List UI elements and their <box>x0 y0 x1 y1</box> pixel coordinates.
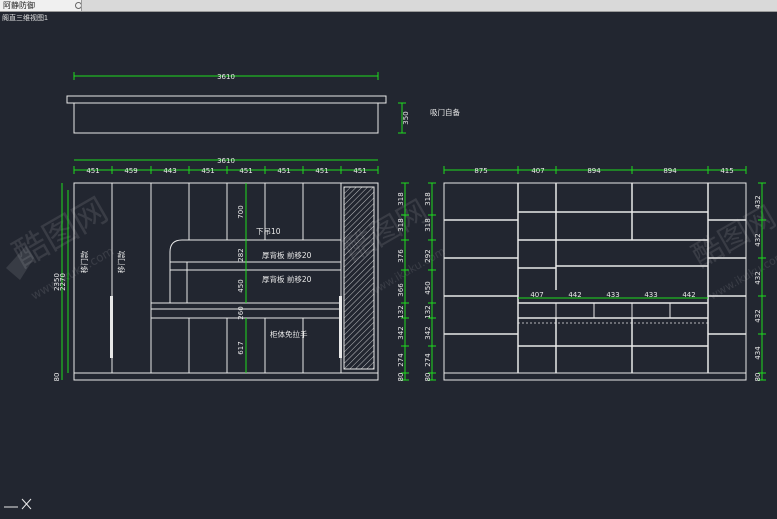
top-view-note: 吸门自备 <box>430 107 460 117</box>
right-right-dim-3: 432 <box>754 271 762 284</box>
left-inner-dim-4: 260 <box>237 306 245 319</box>
top-view-cabinet-body <box>73 102 379 134</box>
left-inner-dim-1: 700 <box>237 205 245 218</box>
door-handle-icon <box>110 296 113 358</box>
no-handle-label: 柜体免拉手 <box>270 329 308 339</box>
right-left-dim-2: 318 <box>424 218 432 231</box>
left-niche-drawer <box>150 308 342 319</box>
right-right-dim-1: 432 <box>754 195 762 208</box>
right-right-dim-5: 434 <box>754 346 762 360</box>
right-right-dim-6: 80 <box>754 373 762 382</box>
left-mirror-panel <box>343 186 375 370</box>
right-right-dim-2: 432 <box>754 233 762 246</box>
right-inner-dim-4: 433 <box>644 291 657 299</box>
right-inner-dim-1: 407 <box>530 291 543 299</box>
left-right-dim-4: 366 <box>397 283 405 297</box>
right-cabinet-plinth <box>443 372 747 381</box>
left-elevation: 3610 451 459 443 451 451 451 451 451 700… <box>53 157 409 381</box>
left-right-dim-6: 342 <box>397 326 405 339</box>
left-seg-dim-5: 451 <box>239 167 252 175</box>
drawing-canvas[interactable]: 酷图网 www.ikuku.com 酷图网 www.ikuku.com 酷图网 … <box>0 0 777 519</box>
left-niche-arch <box>169 239 341 270</box>
left-seg-dim-2: 459 <box>124 167 137 175</box>
right-inner-dim-2: 442 <box>568 291 581 299</box>
ucs-axes-icon <box>4 498 32 510</box>
left-right-dim-8: 80 <box>397 373 405 382</box>
cad-application-window: 阿静防御 阁直三维视图1 酷图网 www.ikuku.com 酷图网 www.i… <box>0 0 777 519</box>
left-right-dim-7: 274 <box>397 353 405 367</box>
ceiling-drop-label: 下吊10 <box>256 227 281 236</box>
right-right-dim-4: 432 <box>754 309 762 322</box>
right-seg-dim-3: 894 <box>587 167 601 175</box>
right-inner-dim-3: 433 <box>606 291 619 299</box>
right-seg-dim-2: 407 <box>531 167 544 175</box>
left-height-dim-2: 2270 <box>59 273 67 291</box>
top-view-width-dim: 3610 <box>217 73 235 81</box>
right-left-dim-6: 342 <box>424 326 432 339</box>
left-inner-dim-5: 617 <box>237 341 245 354</box>
left-right-dim-2: 318 <box>397 218 405 231</box>
left-seg-dim-6: 451 <box>277 167 290 175</box>
left-seg-dim-1: 451 <box>86 167 99 175</box>
right-seg-dim-4: 894 <box>663 167 677 175</box>
left-seg-dim-4: 451 <box>201 167 214 175</box>
left-niche-counter <box>150 302 342 310</box>
thick-back-label-2: 厚背板 前移20 <box>262 274 312 284</box>
left-seg-dim-3: 443 <box>163 167 176 175</box>
left-seg-dim-7: 451 <box>315 167 328 175</box>
left-inner-dim-2: 282 <box>237 248 245 261</box>
thick-back-label-1: 厚背板 前移20 <box>262 250 312 260</box>
left-right-dim-5: 132 <box>397 305 405 318</box>
right-seg-dim-5: 415 <box>720 167 733 175</box>
right-left-dim-3: 292 <box>424 249 432 262</box>
right-left-dim-5: 132 <box>424 305 432 318</box>
left-height-dim-3: 80 <box>53 373 61 382</box>
right-left-dim-4: 450 <box>424 281 432 294</box>
watermark-group: 酷图网 www.ikuku.com 酷图网 www.ikuku.com 酷图网 … <box>6 190 777 303</box>
left-right-dim-1: 318 <box>397 192 405 205</box>
left-cabinet-outline <box>73 182 379 374</box>
left-seg-dim-8: 451 <box>353 167 366 175</box>
right-seg-dim-1: 875 <box>474 167 487 175</box>
top-view-countertop <box>66 95 387 104</box>
top-view-depth-dim: 350 <box>402 111 410 124</box>
left-niche-shelf <box>169 261 342 271</box>
left-overall-width-dim: 3610 <box>217 157 235 165</box>
top-view: 3610 350 吸门自备 <box>66 72 460 134</box>
door-handle-icon <box>339 296 342 358</box>
right-left-dim-1: 318 <box>424 192 432 205</box>
right-left-dim-8: 80 <box>424 373 432 382</box>
right-inner-dim-5: 442 <box>682 291 695 299</box>
left-right-dim-3: 376 <box>397 249 405 263</box>
right-left-dim-7: 274 <box>424 353 432 367</box>
right-elevation: 875 407 894 894 415 407 442 433 433 442 … <box>424 166 766 381</box>
door-type-label-a: 移门款 <box>79 250 89 273</box>
left-cabinet-plinth <box>73 372 379 381</box>
door-type-label-b: 移门款 <box>116 250 126 273</box>
left-inner-dim-3: 450 <box>237 279 245 292</box>
